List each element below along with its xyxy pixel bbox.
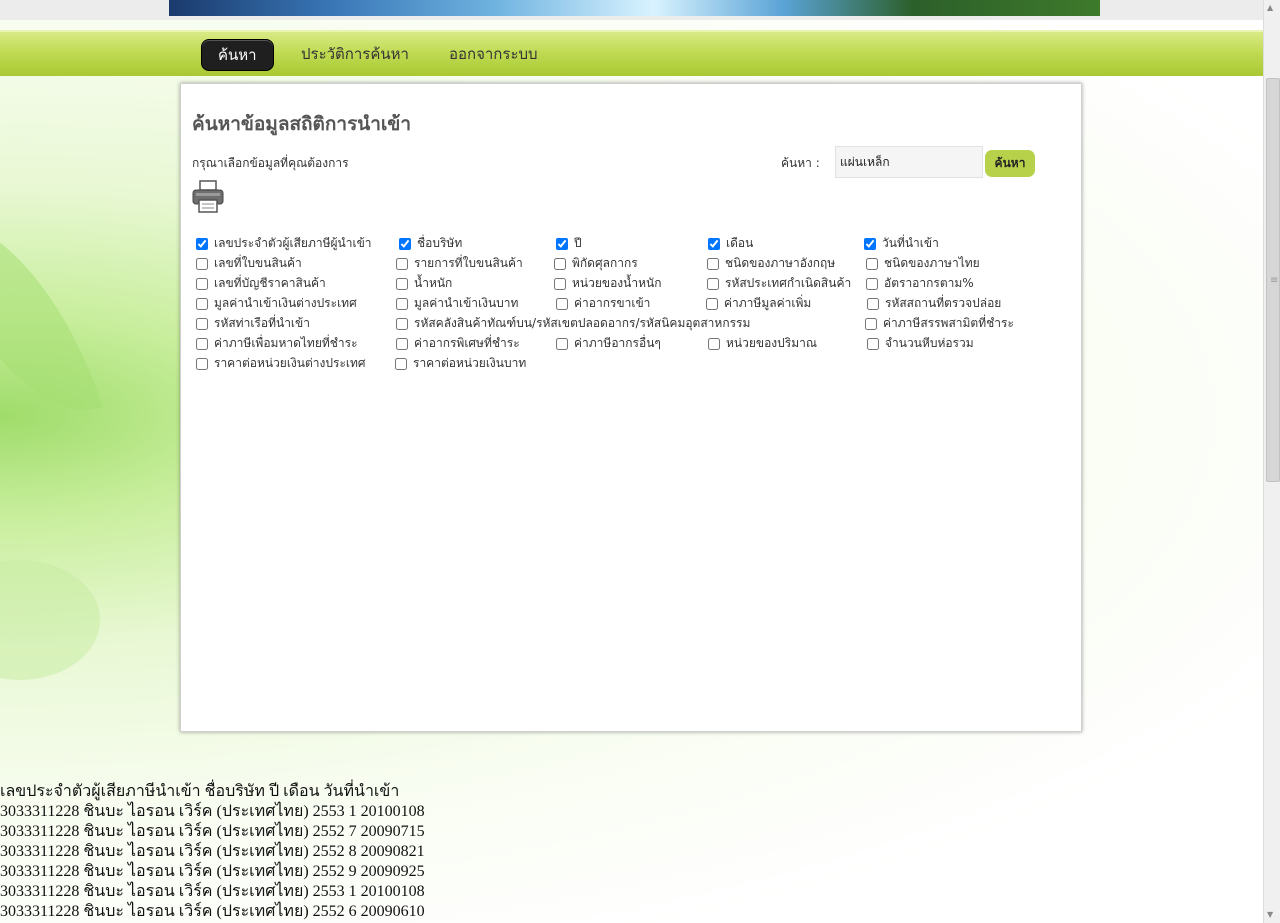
scroll-up-arrow-icon[interactable]: ▲	[1267, 3, 1273, 12]
field-checkbox-warehouse-code[interactable]: รหัสคลังสินค้าทัณฑ์บน/รหัสเขตปลอดอากร/รห…	[396, 314, 750, 333]
field-checkbox-type-english[interactable]: ชนิดของภาษาอังกฤษ	[707, 254, 835, 273]
instruction-text: กรุณาเลือกข้อมูลที่คุณต้องการ	[192, 156, 349, 170]
checkbox[interactable]	[867, 297, 879, 310]
search-results: เลขประจำตัวผู้เสียภาษีนำเข้า ชื่อบริษัท …	[0, 782, 425, 922]
grip-icon: ≡	[1270, 275, 1279, 286]
field-checkbox-quantity-unit[interactable]: หน่วยของปริมาณ	[708, 334, 817, 353]
checkbox[interactable]	[399, 237, 411, 250]
checkbox[interactable]	[395, 357, 407, 370]
page-scrollbar[interactable]: ▲ ≡ ▼	[1263, 0, 1280, 923]
result-row: 3033311228 ชินบะ ไอรอน เวิร์ค (ประเทศไทย…	[0, 883, 425, 900]
checkbox[interactable]	[866, 277, 878, 290]
main-navigation: ค้นหา ประวัติการค้นหา ออกจากระบบ	[0, 30, 1263, 76]
checkbox[interactable]	[396, 277, 408, 290]
search-input[interactable]	[835, 146, 983, 178]
field-checkbox-weight[interactable]: น้ำหนัก	[396, 274, 452, 293]
checkbox[interactable]	[196, 237, 208, 250]
search-label: ค้นหา :	[781, 156, 820, 170]
checkbox[interactable]	[396, 337, 408, 350]
field-checkbox-import-date[interactable]: วันที่นำเข้า	[864, 234, 939, 253]
checkbox[interactable]	[196, 277, 208, 290]
field-checkbox-declaration-item[interactable]: รายการที่ใบขนสินค้า	[396, 254, 523, 273]
checkbox[interactable]	[196, 257, 208, 270]
field-checkbox-declaration-no[interactable]: เลขที่ใบขนสินค้า	[196, 254, 302, 273]
checkbox[interactable]	[708, 237, 720, 250]
checkbox[interactable]	[556, 337, 568, 350]
background-leaf	[0, 560, 100, 680]
field-checkbox-port-code[interactable]: รหัสท่าเรือที่นำเข้า	[196, 314, 310, 333]
field-checkbox-other-taxes[interactable]: ค่าภาษีอากรอื่นๆ	[556, 334, 661, 353]
field-checkbox-interior-tax[interactable]: ค่าภาษีเพื่อมหาดไทยที่ชำระ	[196, 334, 358, 353]
checkbox[interactable]	[554, 277, 566, 290]
field-checkbox-import-duty[interactable]: ค่าอากรขาเข้า	[556, 294, 650, 313]
field-checkbox-unit-price-foreign[interactable]: ราคาต่อหน่วยเงินต่างประเทศ	[196, 354, 366, 373]
page-title: ค้นหาข้อมูลสถิติการนำเข้า	[192, 113, 412, 135]
field-checkbox-excise-tax[interactable]: ค่าภาษีสรรพสามิตที่ชำระ	[865, 314, 1014, 333]
nav-search[interactable]: ค้นหา	[201, 39, 274, 71]
checkbox[interactable]	[196, 317, 208, 330]
header-banner-image	[169, 0, 1100, 16]
checkbox[interactable]	[708, 337, 720, 350]
checkbox[interactable]	[867, 337, 879, 350]
checkbox[interactable]	[396, 317, 408, 330]
checkbox[interactable]	[864, 237, 876, 250]
checkbox[interactable]	[706, 297, 718, 310]
checkbox[interactable]	[707, 257, 719, 270]
printer-icon[interactable]	[191, 180, 225, 214]
checkbox[interactable]	[196, 297, 208, 310]
result-row: 3033311228 ชินบะ ไอรอน เวิร์ค (ประเทศไทย…	[0, 823, 425, 840]
field-checkbox-unit-price-baht[interactable]: ราคาต่อหน่วยเงินบาท	[395, 354, 526, 373]
field-checkbox-special-duty[interactable]: ค่าอากรพิเศษที่ชำระ	[396, 334, 520, 353]
field-checkbox-value-foreign[interactable]: มูลค่านำเข้าเงินต่างประเทศ	[196, 294, 357, 313]
results-header: เลขประจำตัวผู้เสียภาษีนำเข้า ชื่อบริษัท …	[0, 783, 400, 800]
field-checkbox-duty-rate[interactable]: อัตราอากรตาม%	[866, 274, 974, 293]
scroll-down-arrow-icon[interactable]: ▼	[1267, 910, 1273, 919]
checkbox[interactable]	[866, 257, 878, 270]
field-checkbox-tariff-code[interactable]: พิกัดศุลกากร	[554, 254, 638, 273]
result-row: 3033311228 ชินบะ ไอรอน เวิร์ค (ประเทศไทย…	[0, 843, 425, 860]
checkbox[interactable]	[865, 317, 877, 330]
field-checkbox-origin-country[interactable]: รหัสประเทศกำเนิดสินค้า	[707, 274, 851, 293]
field-checkbox-company-name[interactable]: ชื่อบริษัท	[399, 234, 462, 253]
field-checkbox-month[interactable]: เดือน	[708, 234, 753, 253]
field-checkbox-weight-unit[interactable]: หน่วยของน้ำหนัก	[554, 274, 661, 293]
checkbox[interactable]	[556, 237, 568, 250]
checkbox[interactable]	[396, 297, 408, 310]
field-checkbox-taxpayer-id[interactable]: เลขประจำตัวผู้เสียภาษีผู้นำเข้า	[196, 234, 372, 253]
checkbox[interactable]	[554, 257, 566, 270]
checkbox[interactable]	[196, 337, 208, 350]
field-checkbox-release-location[interactable]: รหัสสถานที่ตรวจปล่อย	[867, 294, 1001, 313]
result-row: 3033311228 ชินบะ ไอรอน เวิร์ค (ประเทศไทย…	[0, 803, 425, 820]
background-leaf	[0, 188, 103, 442]
result-row: 3033311228 ชินบะ ไอรอน เวิร์ค (ประเทศไทย…	[0, 903, 425, 920]
result-row: 3033311228 ชินบะ ไอรอน เวิร์ค (ประเทศไทย…	[0, 863, 425, 880]
field-checkbox-vat[interactable]: ค่าภาษีมูลค่าเพิ่ม	[706, 294, 811, 313]
search-button[interactable]: ค้นหา	[985, 150, 1035, 177]
nav-logout[interactable]: ออกจากระบบ	[433, 39, 554, 69]
field-checkbox-total-packages[interactable]: จำนวนหีบห่อรวม	[867, 334, 974, 353]
checkbox[interactable]	[196, 357, 208, 370]
scroll-thumb[interactable]: ≡	[1266, 78, 1280, 482]
search-panel: ค้นหาข้อมูลสถิติการนำเข้า กรุณาเลือกข้อม…	[180, 83, 1082, 732]
field-checkbox-type-thai[interactable]: ชนิดของภาษาไทย	[866, 254, 980, 273]
nav-search-history[interactable]: ประวัติการค้นหา	[285, 39, 425, 69]
checkbox[interactable]	[556, 297, 568, 310]
checkbox[interactable]	[396, 257, 408, 270]
checkbox[interactable]	[707, 277, 719, 290]
field-checkbox-invoice-no[interactable]: เลขที่บัญชีราคาสินค้า	[196, 274, 326, 293]
field-checkbox-year[interactable]: ปี	[556, 234, 582, 253]
field-checkbox-value-baht[interactable]: มูลค่านำเข้าเงินบาท	[396, 294, 518, 313]
